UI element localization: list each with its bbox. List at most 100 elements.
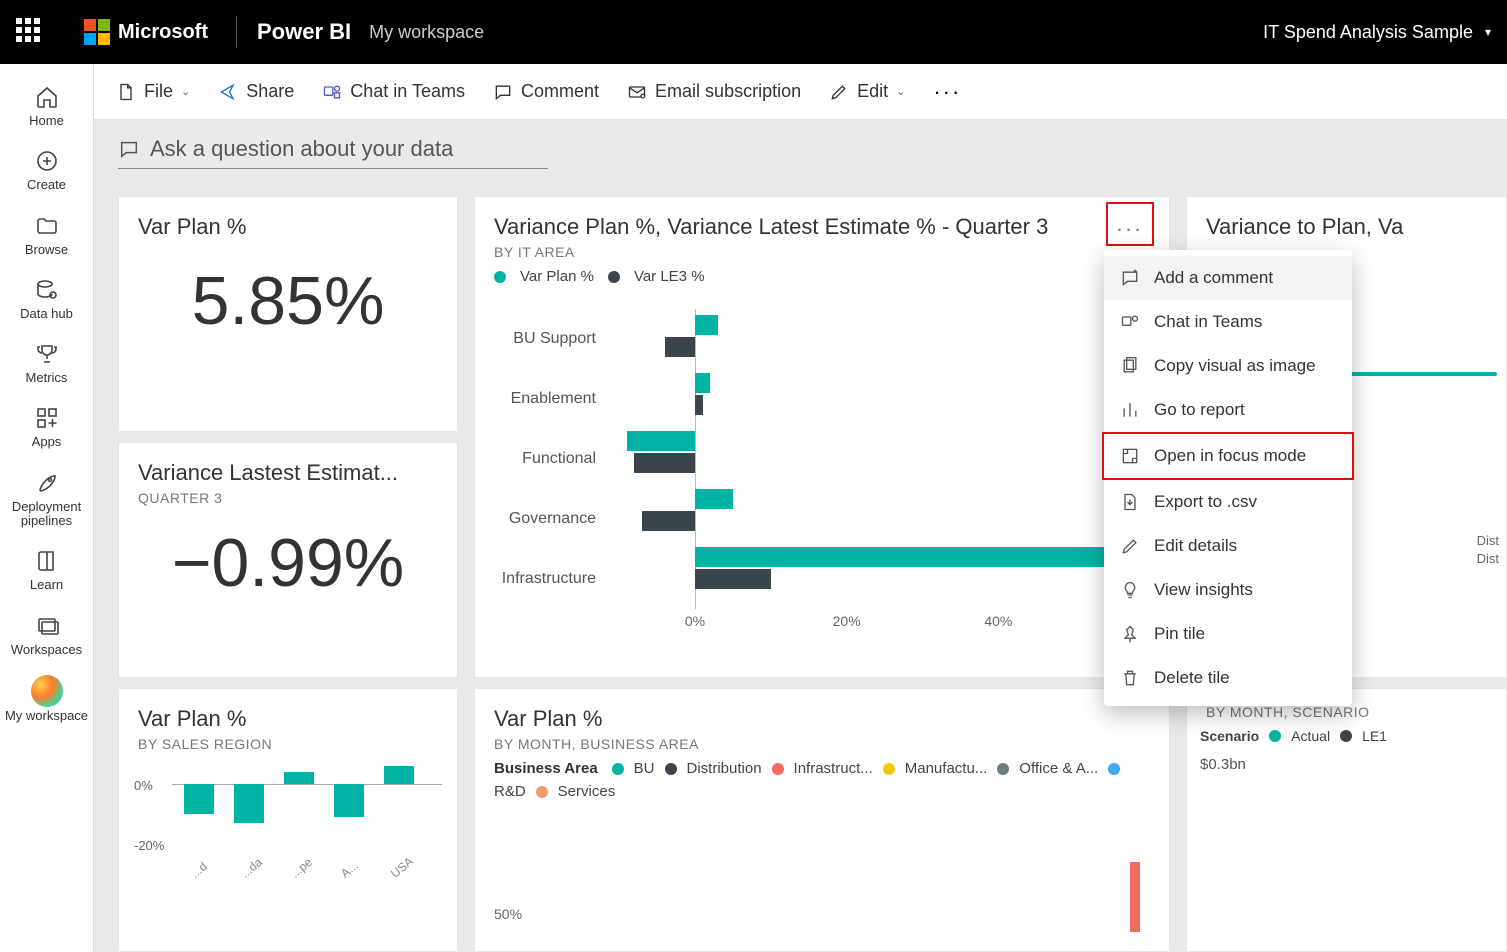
tile-by-month-scenario[interactable]: BY MONTH, SCENARIO Scenario ActualLE1 $0… bbox=[1186, 688, 1507, 952]
folder-icon bbox=[0, 211, 93, 241]
tile-variance-by-it-area[interactable]: Variance Plan %, Variance Latest Estimat… bbox=[474, 196, 1170, 678]
tile-subtitle: BY SALES REGION bbox=[118, 736, 458, 752]
nav-home[interactable]: Home bbox=[0, 76, 93, 134]
separator bbox=[236, 16, 237, 48]
global-header: Microsoft Power BI My workspace IT Spend… bbox=[0, 0, 1507, 64]
legend-label: Var LE3 % bbox=[634, 268, 705, 285]
tile-title: Variance Plan %, Variance Latest Estimat… bbox=[474, 196, 1170, 244]
axis-tick: 50% bbox=[494, 906, 522, 922]
trash-icon bbox=[1120, 668, 1140, 688]
nav-pipelines[interactable]: Deployment pipelines bbox=[0, 462, 93, 535]
tile-title: Var Plan % bbox=[118, 688, 458, 736]
axis-tick: -20% bbox=[134, 838, 164, 853]
ctx-add-comment[interactable]: Add a comment bbox=[1104, 256, 1352, 300]
qna-placeholder: Ask a question about your data bbox=[150, 136, 453, 162]
pencil-icon bbox=[1120, 536, 1140, 556]
nav-create[interactable]: Create bbox=[0, 140, 93, 198]
ctx-delete-tile[interactable]: Delete tile bbox=[1104, 656, 1352, 700]
chevron-down-icon: ⌄ bbox=[896, 85, 905, 98]
ctx-view-insights[interactable]: View insights bbox=[1104, 568, 1352, 612]
command-bar: File ⌄ Share Chat in Teams Comment Email… bbox=[94, 64, 1507, 120]
tile-var-plan-by-region[interactable]: Var Plan % BY SALES REGION 0% -20% ...d.… bbox=[118, 688, 458, 952]
cmd-email-subscription[interactable]: Email subscription bbox=[627, 81, 801, 102]
qna-input[interactable]: Ask a question about your data bbox=[118, 134, 548, 169]
mail-icon bbox=[627, 82, 647, 102]
ctx-label: Add a comment bbox=[1154, 268, 1273, 288]
copy-icon bbox=[1120, 356, 1140, 376]
cmd-chat-teams[interactable]: Chat in Teams bbox=[322, 81, 465, 102]
trophy-icon bbox=[0, 339, 93, 369]
ctx-label: Delete tile bbox=[1154, 668, 1230, 688]
comment-icon bbox=[493, 82, 513, 102]
nav-label: Browse bbox=[0, 243, 93, 257]
microsoft-logo-icon bbox=[84, 19, 110, 45]
bulb-icon bbox=[1120, 580, 1140, 600]
column-chart: 0% -20% ...d...da...peA...USA bbox=[134, 764, 442, 884]
tile-var-plan-pct[interactable]: Var Plan % 5.85% bbox=[118, 196, 458, 432]
product-label[interactable]: Power BI bbox=[257, 19, 351, 45]
ctx-pin-tile[interactable]: Pin tile bbox=[1104, 612, 1352, 656]
nav-learn[interactable]: Learn bbox=[0, 540, 93, 598]
cmd-edit[interactable]: Edit ⌄ bbox=[829, 81, 905, 102]
nav-metrics[interactable]: Metrics bbox=[0, 333, 93, 391]
cmd-label: Comment bbox=[521, 81, 599, 102]
export-icon bbox=[1120, 492, 1140, 512]
ctx-label: Export to .csv bbox=[1154, 492, 1257, 512]
cmd-label: Share bbox=[246, 81, 294, 102]
chart-icon bbox=[1120, 400, 1140, 420]
plus-circle-icon bbox=[0, 146, 93, 176]
nav-apps[interactable]: Apps bbox=[0, 397, 93, 455]
chevron-down-icon: ▾ bbox=[1485, 25, 1491, 39]
ctx-label: Open in focus mode bbox=[1154, 446, 1306, 466]
rocket-icon bbox=[0, 468, 93, 498]
comment-plus-icon bbox=[1120, 268, 1140, 288]
workspaces-icon bbox=[0, 611, 93, 641]
cmd-share[interactable]: Share bbox=[218, 81, 294, 102]
app-launcher-icon[interactable] bbox=[16, 18, 44, 46]
tile-more-button[interactable]: ... bbox=[1106, 202, 1154, 246]
bar-chart: BU SupportEnablementFunctionalGovernance… bbox=[494, 309, 1150, 639]
apps-icon bbox=[0, 403, 93, 433]
nav-browse[interactable]: Browse bbox=[0, 205, 93, 263]
ctx-export-csv[interactable]: Export to .csv bbox=[1104, 480, 1352, 524]
cmd-more[interactable]: ··· bbox=[933, 79, 961, 105]
kpi-value: 5.85% bbox=[118, 244, 458, 370]
axis-tick: $0.3bn bbox=[1186, 752, 1507, 777]
nav-workspaces[interactable]: Workspaces bbox=[0, 605, 93, 663]
ctx-copy-visual[interactable]: Copy visual as image bbox=[1104, 344, 1352, 388]
ctx-edit-details[interactable]: Edit details bbox=[1104, 524, 1352, 568]
chart-legend: Var Plan % Var LE3 % bbox=[474, 260, 1170, 289]
ctx-label: Edit details bbox=[1154, 536, 1237, 556]
report-name: IT Spend Analysis Sample bbox=[1263, 22, 1473, 43]
ctx-open-focus-mode[interactable]: Open in focus mode bbox=[1104, 434, 1352, 478]
tile-variance-latest-estimate[interactable]: Variance Lastest Estimat... QUARTER 3 −0… bbox=[118, 442, 458, 678]
cmd-file[interactable]: File ⌄ bbox=[116, 81, 190, 102]
file-icon bbox=[116, 82, 136, 102]
tile-subtitle: BY MONTH, BUSINESS AREA bbox=[474, 736, 1170, 752]
share-icon bbox=[218, 82, 238, 102]
ctx-go-to-report[interactable]: Go to report bbox=[1104, 388, 1352, 432]
nav-datahub[interactable]: Data hub bbox=[0, 269, 93, 327]
nav-label: Create bbox=[0, 178, 93, 192]
cmd-label: Edit bbox=[857, 81, 888, 102]
ctx-chat-teams[interactable]: Chat in Teams bbox=[1104, 300, 1352, 344]
home-icon bbox=[0, 82, 93, 112]
tile-title: Variance Lastest Estimat... bbox=[118, 442, 458, 490]
tile-title: Var Plan % bbox=[118, 196, 458, 244]
workspace-link[interactable]: My workspace bbox=[369, 22, 484, 43]
axis-tick: 0% bbox=[134, 778, 153, 793]
legend-label: Dist bbox=[1477, 550, 1499, 568]
nav-my-workspace[interactable]: My workspace bbox=[0, 669, 93, 729]
ctx-label: View insights bbox=[1154, 580, 1253, 600]
database-icon bbox=[0, 275, 93, 305]
ctx-label: Pin tile bbox=[1154, 624, 1205, 644]
legend-swatch-icon bbox=[608, 271, 620, 283]
pencil-icon bbox=[829, 82, 849, 102]
report-dropdown[interactable]: IT Spend Analysis Sample ▾ bbox=[1263, 22, 1491, 43]
tile-var-plan-by-month-area[interactable]: Var Plan % BY MONTH, BUSINESS AREA Busin… bbox=[474, 688, 1170, 952]
nav-label: Workspaces bbox=[0, 643, 93, 657]
ctx-label: Chat in Teams bbox=[1154, 312, 1262, 332]
chart-legend: Business Area BUDistributionInfrastruct.… bbox=[474, 752, 1170, 808]
cmd-comment[interactable]: Comment bbox=[493, 81, 599, 102]
tile-title: Variance to Plan, Va bbox=[1186, 196, 1507, 244]
